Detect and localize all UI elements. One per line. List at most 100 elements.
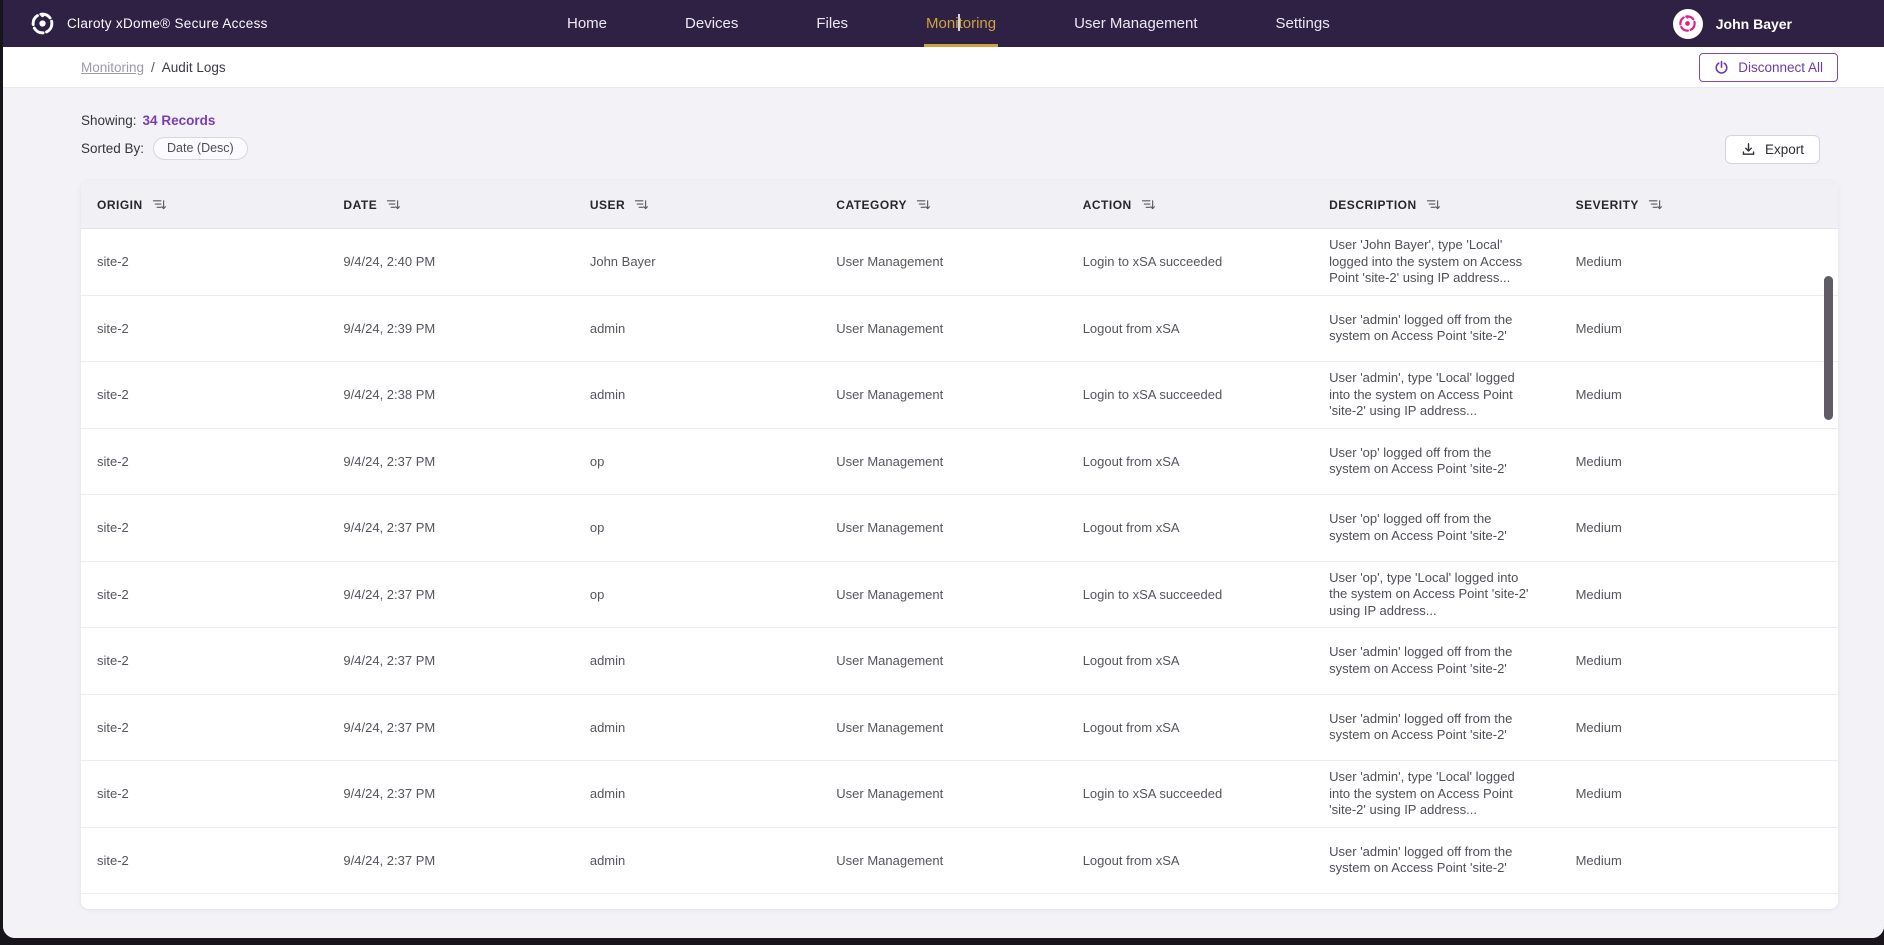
- column-header-user[interactable]: USER: [590, 198, 836, 212]
- description-text: User 'admin' logged off from the system …: [1329, 711, 1531, 744]
- breadcrumb-link-monitoring[interactable]: Monitoring: [81, 60, 144, 75]
- description-text: User 'admin' logged off from the system …: [1329, 312, 1531, 345]
- cell-user: admin: [590, 786, 836, 801]
- cell-severity: Medium: [1576, 853, 1822, 868]
- cell-date: 9/4/24, 2:37 PM: [343, 587, 589, 602]
- description-text: User 'op' logged off from the system on …: [1329, 511, 1531, 544]
- cell-user: John Bayer: [590, 254, 836, 269]
- sorted-by-label: Sorted By:: [81, 141, 144, 156]
- cell-category: User Management: [836, 720, 1082, 735]
- cell-user: admin: [590, 853, 836, 868]
- cell-action: Logout from xSA: [1083, 321, 1329, 336]
- sort-filter-icon[interactable]: [1426, 198, 1441, 211]
- user-avatar[interactable]: [1673, 9, 1703, 39]
- cell-date: 9/4/24, 2:37 PM: [343, 653, 589, 668]
- cell-category: User Management: [836, 520, 1082, 535]
- main-content: Showing: 34 Records Sorted By: Date (Desc…: [3, 88, 1884, 938]
- user-menu[interactable]: John Bayer: [1673, 0, 1792, 47]
- table-scrollbar-thumb[interactable]: [1824, 276, 1833, 420]
- cell-description: User 'admin' logged off from the system …: [1329, 644, 1575, 677]
- nav-item-devices[interactable]: Devices: [683, 0, 740, 47]
- nav-item-home[interactable]: Home: [565, 0, 609, 47]
- table-row: site-29/4/24, 2:40 PMJohn BayerUser Mana…: [81, 229, 1838, 296]
- column-header-description[interactable]: DESCRIPTION: [1329, 198, 1575, 212]
- description-text: User 'admin' logged off from the system …: [1329, 644, 1531, 677]
- claroty-avatar-logo-icon: [1678, 14, 1697, 33]
- column-header-action[interactable]: ACTION: [1083, 198, 1329, 212]
- cell-date: 9/4/24, 2:37 PM: [343, 786, 589, 801]
- showing-label: Showing:: [81, 113, 137, 128]
- column-header-severity[interactable]: SEVERITY: [1576, 198, 1822, 212]
- sorted-by-line: Sorted By: Date (Desc): [81, 137, 1838, 160]
- cell-description: User 'admin' logged off from the system …: [1329, 312, 1575, 345]
- cell-action: Login to xSA succeeded: [1083, 587, 1329, 602]
- app-title: Claroty xDome® Secure Access: [67, 16, 268, 31]
- column-header-origin[interactable]: ORIGIN: [97, 198, 343, 212]
- nav-item-monitoring[interactable]: Monitoring: [924, 0, 998, 47]
- column-header-label: ACTION: [1083, 198, 1132, 212]
- cell-origin: site-2: [97, 720, 343, 735]
- cell-description: User 'admin' logged off from the system …: [1329, 711, 1575, 744]
- cell-origin: site-2: [97, 587, 343, 602]
- table-body: site-2 9/4/24, 2:40 PMJohn Bayer User Mana…: [81, 229, 1838, 909]
- power-icon: [1714, 60, 1729, 75]
- table-row: site-29/4/24, 2:37 PMadminUser Managemen…: [81, 628, 1838, 695]
- cell-severity: Medium: [1576, 520, 1822, 535]
- table-row: site-29/4/24, 2:37 PMadminUser Managemen…: [81, 761, 1838, 828]
- nav-item-label: User Management: [1074, 15, 1197, 32]
- sort-chip[interactable]: Date (Desc): [153, 137, 248, 160]
- table-row: site-29/4/24, 2:37 PMopUser ManagementLo…: [81, 495, 1838, 562]
- export-button[interactable]: Export: [1725, 135, 1820, 164]
- cell-origin: site-2: [97, 321, 343, 336]
- sort-filter-icon[interactable]: [634, 198, 649, 211]
- sort-filter-icon[interactable]: [386, 198, 401, 211]
- cell-severity: Medium: [1576, 587, 1822, 602]
- main-nav: Home Devices Files Monitoring User Managemen…: [565, 0, 1332, 47]
- column-header-label: DATE: [343, 198, 377, 212]
- table-header-row: ORIGIN DATE USERCATEGORYACTION DESCRIPTIONS…: [81, 181, 1838, 229]
- nav-item-label: Home: [567, 15, 607, 32]
- user-name: John Bayer: [1716, 16, 1792, 32]
- cell-severity: Medium: [1576, 254, 1822, 269]
- cell-category: User Management: [836, 587, 1082, 602]
- cell-user: op: [590, 520, 836, 535]
- cell-description: User 'op' logged off from the system on …: [1329, 511, 1575, 544]
- cell-category: User Management: [836, 786, 1082, 801]
- app-window: Claroty xDome® Secure Access Home Devices…: [3, 0, 1884, 938]
- cell-category: User Management: [836, 454, 1082, 469]
- cell-date: 9/4/24, 2:40 PM: [343, 254, 589, 269]
- cell-severity: Medium: [1576, 321, 1822, 336]
- cell-description: User 'admin' logged off from the system …: [1329, 844, 1575, 877]
- column-header-date[interactable]: DATE: [343, 198, 589, 212]
- cell-action: Login to xSA succeeded: [1083, 786, 1329, 801]
- column-header-category[interactable]: CATEGORY: [836, 198, 1082, 212]
- cell-description: User 'admin', type 'Local' logged into t…: [1329, 370, 1575, 420]
- cell-category: User Management: [836, 853, 1082, 868]
- sort-filter-icon[interactable]: [1648, 198, 1663, 211]
- column-header-label: ORIGIN: [97, 198, 143, 212]
- cell-origin: site-2: [97, 653, 343, 668]
- nav-item-settings[interactable]: Settings: [1274, 0, 1332, 47]
- cell-severity: Medium: [1576, 786, 1822, 801]
- table-row: site-29/4/24, 2:37 PMadminUser Managemen…: [81, 828, 1838, 895]
- table-row: site-29/4/24, 2:38 PMadminUser Managemen…: [81, 362, 1838, 429]
- export-label: Export: [1765, 142, 1804, 157]
- nav-item-files[interactable]: Files: [814, 0, 850, 47]
- nav-item-label: Devices: [685, 15, 738, 32]
- description-text: User 'op', type 'Local' logged into the …: [1329, 570, 1531, 620]
- breadcrumb-separator: /: [151, 60, 155, 75]
- cell-user: admin: [590, 387, 836, 402]
- disconnect-all-button[interactable]: Disconnect All: [1699, 53, 1838, 82]
- cell-action: Login to xSA succeeded: [1083, 387, 1329, 402]
- sort-filter-icon[interactable]: [152, 198, 167, 211]
- sort-filter-icon[interactable]: [916, 198, 931, 211]
- description-text: User 'op' logged off from the system on …: [1329, 445, 1531, 478]
- brand: Claroty xDome® Secure Access: [3, 11, 268, 37]
- sort-filter-icon[interactable]: [1141, 198, 1156, 211]
- record-count: 34 Records: [143, 113, 216, 128]
- cell-description: User 'op', type 'Local' logged into the …: [1329, 570, 1575, 620]
- cell-user: admin: [590, 321, 836, 336]
- cell-user: op: [590, 454, 836, 469]
- nav-item-user-management[interactable]: User Management: [1072, 0, 1199, 47]
- cell-action: Logout from xSA: [1083, 520, 1329, 535]
